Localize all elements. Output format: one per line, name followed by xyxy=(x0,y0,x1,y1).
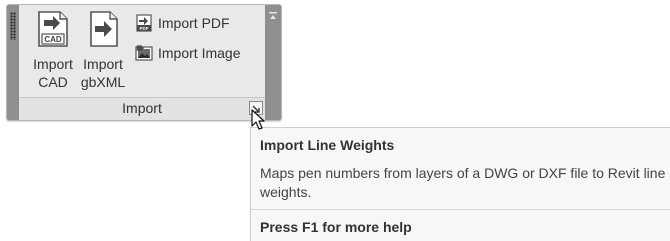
pdf-icon-text: PDF xyxy=(140,26,149,31)
ribbon-screen: CAD Import CAD Import gbXML PDF Import P… xyxy=(0,0,670,241)
tooltip: Import Line Weights Maps pen numbers fro… xyxy=(250,127,670,241)
import-cad-label: Import CAD xyxy=(33,56,73,90)
import-image-icon xyxy=(135,45,153,61)
tooltip-title: Import Line Weights xyxy=(260,137,395,153)
panel-grip[interactable] xyxy=(7,5,19,120)
panel-title: Import xyxy=(122,100,162,116)
tooltip-divider xyxy=(251,209,670,210)
panel-footer: Import xyxy=(19,97,265,120)
import-gbxml-label: Import gbXML xyxy=(80,56,126,90)
mouse-pointer-icon xyxy=(251,109,265,130)
tooltip-description: Maps pen numbers from layers of a DWG or… xyxy=(260,165,666,200)
grip-dots xyxy=(10,12,16,40)
tooltip-help: Press F1 for more help xyxy=(260,219,412,235)
import-pdf-button[interactable]: PDF Import PDF xyxy=(135,13,230,33)
import-gbxml-icon xyxy=(90,11,118,47)
import-cad-icon: CAD xyxy=(38,11,68,47)
import-pdf-icon: PDF xyxy=(136,14,152,32)
cad-icon-text: CAD xyxy=(44,35,62,44)
import-image-label: Import Image xyxy=(158,45,241,61)
import-ribbon-panel: CAD Import CAD Import gbXML PDF Import P… xyxy=(6,4,282,121)
collapse-icon[interactable] xyxy=(269,12,277,20)
import-cad-button[interactable]: CAD Import CAD xyxy=(29,9,77,95)
import-pdf-label: Import PDF xyxy=(158,15,230,31)
import-image-button[interactable]: Import Image xyxy=(135,43,240,63)
panel-right-bar xyxy=(265,5,281,120)
import-gbxml-button[interactable]: Import gbXML xyxy=(79,9,127,95)
